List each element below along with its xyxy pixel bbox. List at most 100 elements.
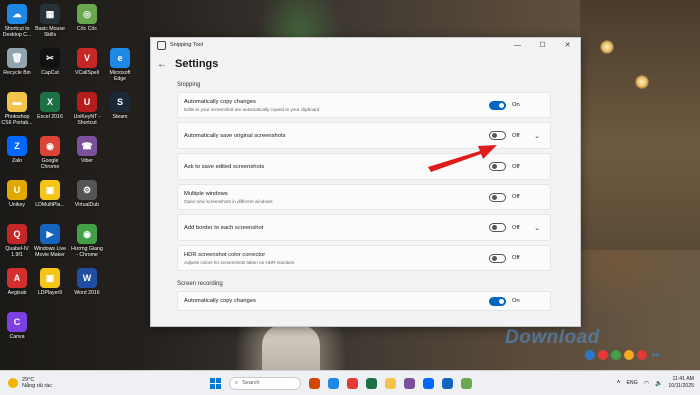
desktop-icon-label: VCallSpell <box>75 70 99 76</box>
desktop-icon[interactable]: ▶ Windows Live Movie Maker <box>33 224 67 258</box>
taskbar-app-icon[interactable] <box>366 377 377 389</box>
desktop-icon[interactable]: A Aegisub <box>0 268 34 296</box>
desktop-icon[interactable]: C Canva <box>0 312 34 340</box>
taskbar-search-box[interactable]: ⌕ Search <box>229 376 301 390</box>
setting-name: Automatically copy changes <box>184 298 256 304</box>
watermark-dot <box>611 350 621 360</box>
desktop-icon[interactable]: ⚙ VirtualDub <box>70 180 104 208</box>
app-icon: ☁ <box>7 4 27 24</box>
desktop-icon-label: CapCut <box>41 70 59 76</box>
wifi-icon[interactable]: ◠ <box>644 380 649 387</box>
chevron-up-icon[interactable]: ˄ <box>617 380 621 386</box>
desktop-icon[interactable]: X Excel 2016 <box>33 92 67 120</box>
toggle-switch[interactable] <box>489 131 506 140</box>
watermark-dot <box>598 350 608 360</box>
desktop-icon[interactable]: S Steam <box>103 92 137 120</box>
language-indicator[interactable]: ENG <box>626 380 637 386</box>
desktop-icon-label: Google Chrome <box>40 158 60 170</box>
desktop-icon-label: LDMultiPla... <box>35 202 65 208</box>
clock-date: 10/11/2025 <box>668 383 694 389</box>
minimize-button[interactable]: — <box>505 42 530 49</box>
setting-description: Edits to your screenshot are automatical… <box>184 106 320 112</box>
desktop-icon[interactable]: U Unikey <box>0 180 34 208</box>
desktop-icon[interactable]: ◎ Cốc Cốc <box>70 4 104 32</box>
chevron-down-icon[interactable]: ⌄ <box>530 132 544 140</box>
app-icon: ⚙ <box>77 180 97 200</box>
setting-name: HDR screenshot color corrector <box>184 251 266 258</box>
desktop-icon[interactable]: Q Quabel-IV 1.9f1 <box>0 224 34 258</box>
desktop-icon[interactable]: ☁ Shortcut to Desktop C... <box>0 4 34 38</box>
weather-widget[interactable]: 29°C Nắng rải rác <box>8 377 128 390</box>
desktop-icon[interactable]: ◉ Hương Giang - Chrome <box>70 224 104 258</box>
desktop-icon-label: UniKeyNT - Shortcut <box>73 114 101 126</box>
app-icon: ◉ <box>40 136 60 156</box>
close-button[interactable]: ✕ <box>555 41 580 49</box>
desktop-icon-label: Zalo <box>11 158 23 164</box>
desktop-icon-label: Unikey <box>9 202 25 208</box>
setting-name: Automatically copy changes <box>184 98 256 105</box>
toggle-state: Off <box>512 194 520 200</box>
toggle-switch[interactable] <box>489 223 506 232</box>
desktop-icon[interactable]: Z Zalo <box>0 136 34 164</box>
setting-description: Open new screenshots in different window… <box>184 198 273 204</box>
desktop-icon[interactable]: ▣ LDMultiPla... <box>33 180 67 208</box>
desktop-icon[interactable]: ▣ LDPlayer9 <box>33 268 67 296</box>
app-icon: V <box>77 48 97 68</box>
taskbar: 29°C Nắng rải rác ⌕ Search ˄ ENG ◠ 🔈 11:… <box>0 370 700 395</box>
app-icon: ☎ <box>77 136 97 156</box>
desktop-icon[interactable]: ◉ Google Chrome <box>33 136 67 170</box>
chevron-down-icon[interactable]: ⌄ <box>530 224 544 232</box>
taskbar-app-icon[interactable] <box>442 377 453 389</box>
toggle-switch[interactable] <box>489 192 506 202</box>
desktop-icon-label: Quabel-IV 1.9f1 <box>5 246 29 258</box>
title-bar: Snipping Tool — ☐ ✕ <box>151 38 580 52</box>
setting-row: HDR screenshot color corrector Adjusts co… <box>177 245 551 271</box>
setting-description: Adjusts colors for screenshots taken on … <box>184 259 295 265</box>
desktop-icon-label: Basic Mouse Skills <box>35 26 65 38</box>
app-icon: ▬ <box>7 92 27 112</box>
desktop-icon[interactable]: V VCallSpell <box>70 48 104 76</box>
snipping-tool-window: Snipping Tool — ☐ ✕ ← Settings Snipping … <box>150 37 581 327</box>
desktop-icon[interactable]: ▦ Basic Mouse Skills <box>33 4 67 38</box>
taskbar-app-icon[interactable] <box>385 377 396 389</box>
wallpaper-lantern <box>635 75 649 89</box>
settings-header: ← Settings <box>151 52 580 76</box>
desktop-icon[interactable]: ☎ Viber <box>70 136 104 164</box>
desktop-icon[interactable]: e Microsoft Edge <box>103 48 137 82</box>
taskbar-app-icon[interactable] <box>309 377 320 389</box>
toggle-switch[interactable] <box>489 296 506 306</box>
clock[interactable]: 11:41 AM 10/11/2025 <box>668 376 694 390</box>
desktop-icon[interactable]: 🗑 Recycle Bin <box>0 48 34 76</box>
watermark-dot <box>637 350 647 360</box>
taskbar-app-icon[interactable] <box>423 377 434 389</box>
back-arrow-icon[interactable]: ← <box>157 59 175 70</box>
taskbar-app-icon[interactable] <box>404 377 415 389</box>
setting-row: Ask to save edited screenshots Off <box>177 153 551 180</box>
setting-row: Multiple windows Open new screenshots in … <box>177 184 551 210</box>
start-button[interactable] <box>210 377 221 389</box>
watermark-suffix: .vn <box>650 352 660 359</box>
maximize-button[interactable]: ☐ <box>530 41 555 49</box>
desktop-icon[interactable]: ▬ Photoshop CS6 Portab... <box>0 92 34 126</box>
app-icon: ▦ <box>40 4 60 24</box>
app-icon: ▣ <box>40 180 60 200</box>
desktop-icon[interactable]: U UniKeyNT - Shortcut <box>70 92 104 126</box>
toggle-state: Off <box>512 132 520 139</box>
taskbar-app-icon[interactable] <box>461 377 472 389</box>
toggle-switch[interactable] <box>489 162 506 171</box>
taskbar-app-icon[interactable] <box>328 377 339 389</box>
desktop-icon[interactable]: ✂ CapCut <box>33 48 67 76</box>
toggle-state: Off <box>512 224 520 231</box>
toggle-switch[interactable] <box>489 100 506 110</box>
taskbar-app-icon[interactable] <box>347 377 358 389</box>
app-icon: Q <box>7 224 27 244</box>
toggle-switch[interactable] <box>489 253 506 263</box>
volume-icon[interactable]: 🔈 <box>655 380 662 387</box>
desktop-icon-label: Word 2016 <box>74 290 100 296</box>
desktop-icon-label: Excel 2016 <box>37 114 63 120</box>
desktop-icon[interactable]: W Word 2016 <box>70 268 104 296</box>
setting-row: Automatically save original screenshots O… <box>177 122 551 149</box>
app-icon: C <box>7 312 27 332</box>
clock-time: 11:41 AM <box>672 376 694 382</box>
desktop-icon-label: Recycle Bin <box>3 70 31 76</box>
